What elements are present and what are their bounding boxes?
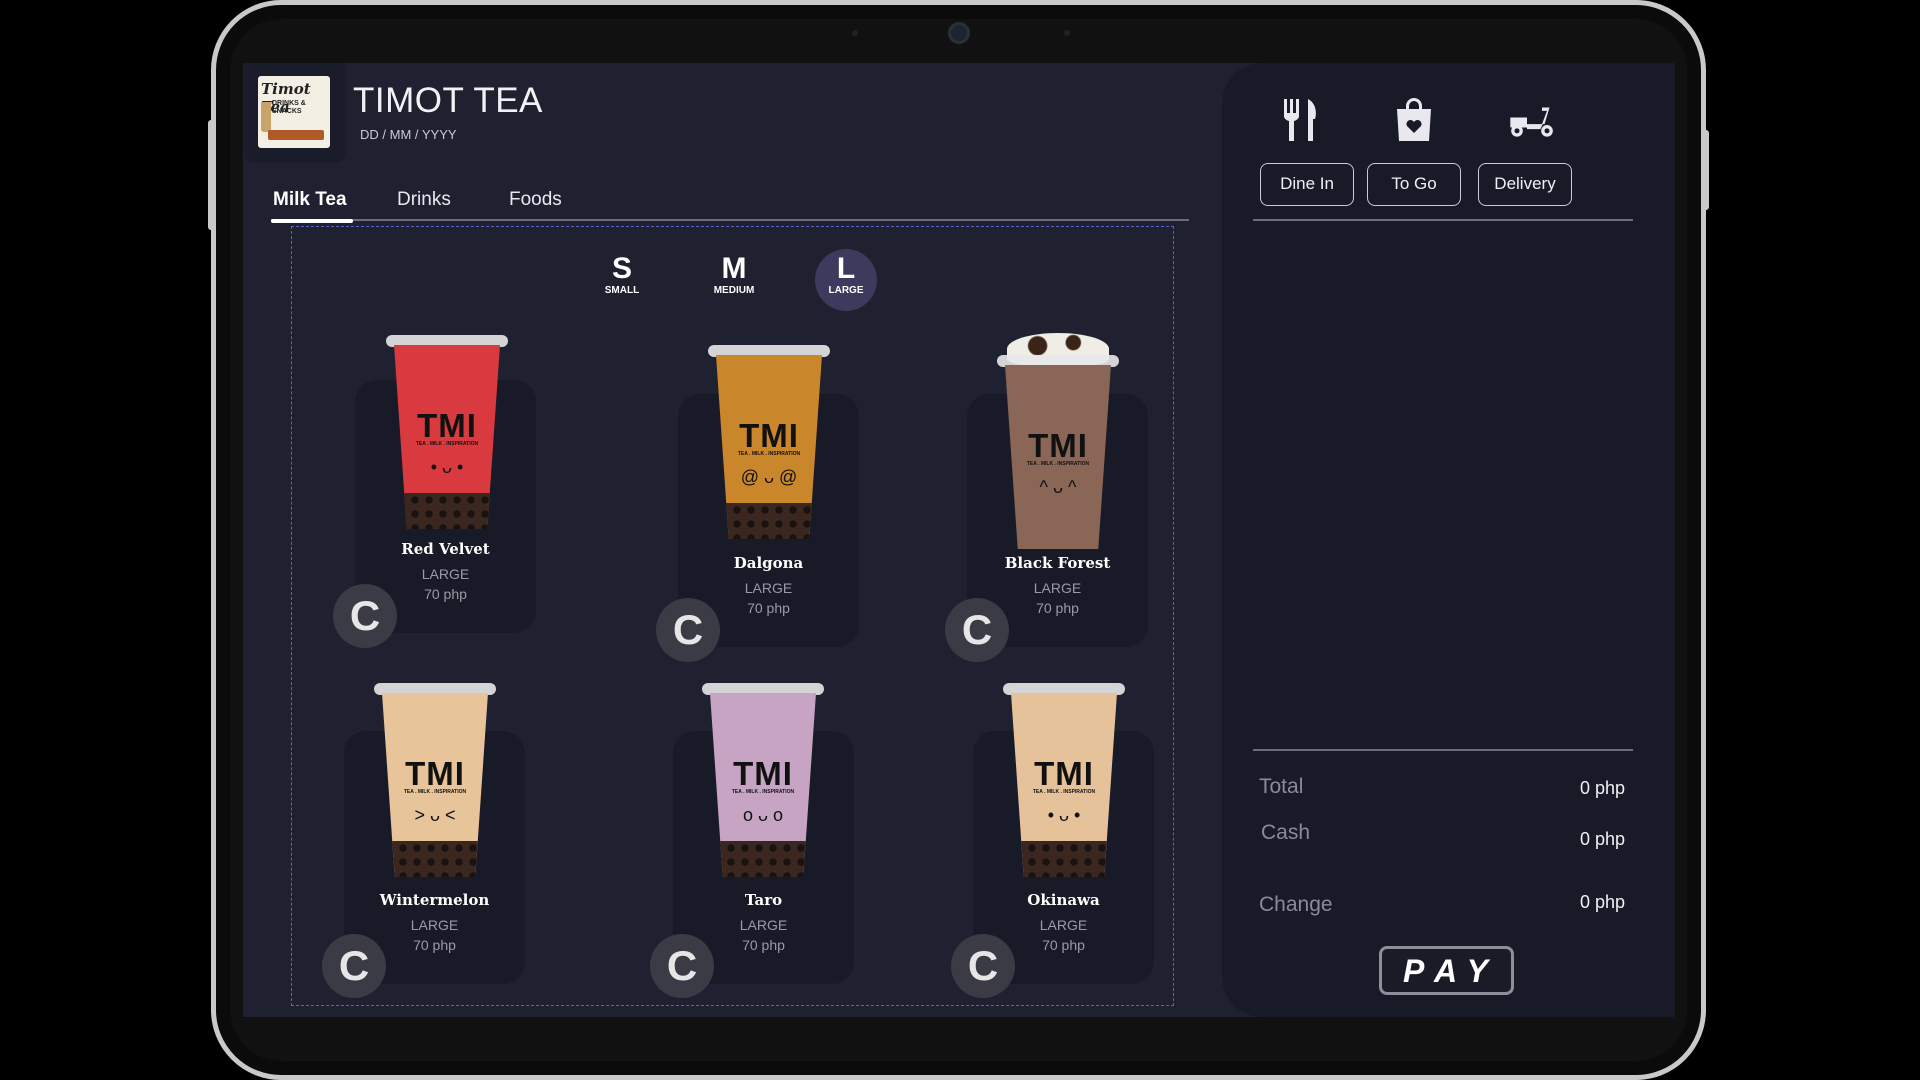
side-button bbox=[208, 120, 214, 230]
to-go-button[interactable]: To Go bbox=[1367, 163, 1461, 206]
product-grid: S SMALL M MEDIUM L LARGE Red Velvet LARGE 7… bbox=[291, 226, 1174, 1006]
tab-foods[interactable]: Foods bbox=[509, 189, 562, 211]
okinawa-cup-image: TMI TEA . MILK . INSPIRATION • ᴗ • bbox=[1003, 683, 1125, 879]
category-tabs: Milk Tea Drinks Foods bbox=[271, 183, 1189, 223]
product-name: Wintermelon bbox=[379, 891, 490, 909]
product-name: Red Velvet bbox=[401, 540, 490, 558]
total-value: 0 php bbox=[1579, 778, 1625, 798]
delivery-button[interactable]: Delivery bbox=[1478, 163, 1572, 206]
change-label: Change bbox=[1259, 893, 1333, 916]
cash-value: 0 php bbox=[1579, 829, 1625, 849]
scooter-icon bbox=[1510, 107, 1553, 137]
date-display: DD / MM / YYYY bbox=[360, 127, 457, 142]
red-velvet-cup-image: TMI TEA . MILK . INSPIRATION • ᴗ • bbox=[386, 335, 508, 531]
product-size: LARGE bbox=[744, 580, 793, 596]
logo-container: Timot Tea DRINKS & SNACKS bbox=[244, 63, 346, 163]
divider bbox=[1253, 749, 1633, 751]
product-size: LARGE bbox=[410, 917, 459, 933]
utensils-icon bbox=[1284, 99, 1316, 141]
change-value: 0 php bbox=[1579, 892, 1625, 912]
brand-logo: Timot Tea DRINKS & SNACKS bbox=[258, 76, 330, 148]
pos-screen: Timot Tea DRINKS & SNACKS TIMOT TEA DD / … bbox=[243, 63, 1675, 1017]
product-size: LARGE bbox=[739, 917, 788, 933]
cash-label: Cash bbox=[1261, 821, 1311, 844]
customize-button[interactable]: C bbox=[322, 934, 386, 998]
brand-title: TIMOT TEA bbox=[353, 81, 543, 120]
size-medium-button[interactable]: M MEDIUM bbox=[703, 249, 765, 311]
product-name: Okinawa bbox=[1027, 891, 1100, 909]
pay-button[interactable]: PAY bbox=[1379, 946, 1514, 995]
product-size: LARGE bbox=[421, 566, 470, 582]
tab-milk-tea[interactable]: Milk Tea bbox=[273, 189, 347, 211]
side-button bbox=[1703, 130, 1709, 210]
customize-button[interactable]: C bbox=[333, 584, 397, 648]
dine-in-button[interactable]: Dine In bbox=[1260, 163, 1354, 206]
product-name: Black Forest bbox=[1004, 554, 1111, 572]
order-panel: Dine In To Go Delivery Total 0 php Cash … bbox=[1222, 63, 1675, 1017]
product-name: Taro bbox=[744, 891, 783, 909]
tab-drinks[interactable]: Drinks bbox=[397, 189, 451, 211]
size-selector: S SMALL M MEDIUM L LARGE bbox=[292, 227, 1173, 317]
total-label: Total bbox=[1259, 775, 1304, 798]
sensor-dot bbox=[1064, 30, 1070, 36]
taro-cup-image: TMI TEA . MILK . INSPIRATION o ᴗ o bbox=[702, 683, 824, 879]
active-tab-indicator bbox=[271, 219, 353, 223]
customize-button[interactable]: C bbox=[951, 934, 1015, 998]
product-size: LARGE bbox=[1033, 580, 1082, 596]
shopping-bag-icon bbox=[1397, 98, 1431, 141]
black-forest-cup-image: TMI TEA . MILK . INSPIRATION ^ ᴗ ^ bbox=[997, 333, 1119, 551]
wintermelon-cup-image: TMI TEA . MILK . INSPIRATION > ᴗ < bbox=[374, 683, 496, 879]
camera bbox=[948, 22, 970, 44]
divider bbox=[1253, 219, 1633, 221]
size-small-button[interactable]: S SMALL bbox=[591, 249, 653, 311]
product-name: Dalgona bbox=[733, 554, 804, 572]
customize-button[interactable]: C bbox=[650, 934, 714, 998]
sensor-dot bbox=[852, 30, 858, 36]
dalgona-cup-image: TMI TEA . MILK . INSPIRATION @ ᴗ @ bbox=[708, 345, 830, 541]
customize-button[interactable]: C bbox=[945, 598, 1009, 662]
customize-button[interactable]: C bbox=[656, 598, 720, 662]
product-size: LARGE bbox=[1039, 917, 1088, 933]
size-large-button[interactable]: L LARGE bbox=[815, 249, 877, 311]
